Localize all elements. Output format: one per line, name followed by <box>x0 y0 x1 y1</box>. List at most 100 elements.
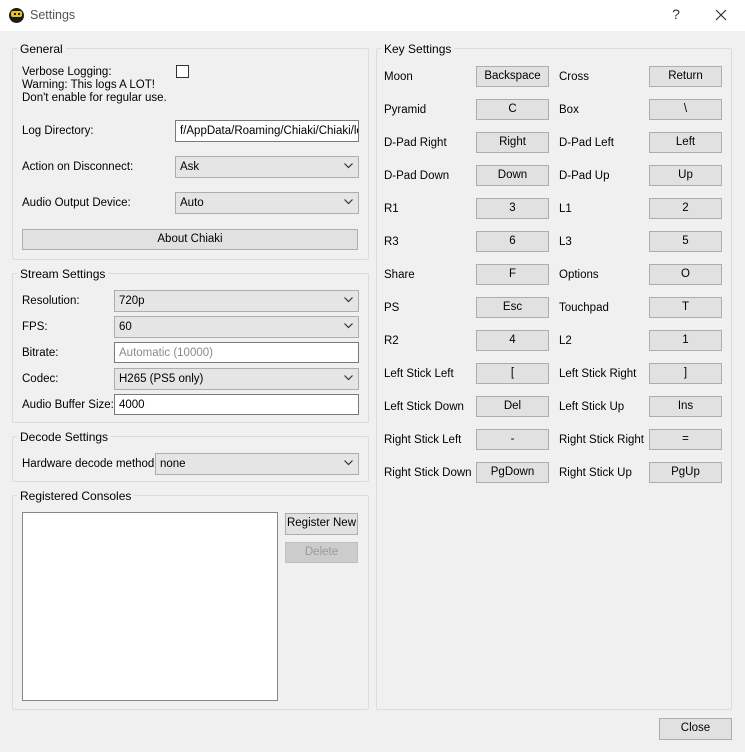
key-settings-title: Key Settings <box>381 42 455 56</box>
decode-settings-title: Decode Settings <box>17 430 112 444</box>
chevron-down-icon <box>344 199 353 205</box>
codec-value: H265 (PS5 only) <box>119 373 204 385</box>
key-binding-button-right[interactable]: 2 <box>649 198 722 219</box>
key-label-left: D-Pad Right <box>384 137 447 149</box>
audio-buffer-size-label: Audio Buffer Size: <box>22 399 114 411</box>
bitrate-label: Bitrate: <box>22 347 59 359</box>
codec-label: Codec: <box>22 373 59 385</box>
log-directory-field[interactable]: f/AppData/Roaming/Chiaki/Chiaki/log <box>175 120 359 142</box>
key-binding-button-right[interactable]: Up <box>649 165 722 186</box>
action-on-disconnect-select[interactable]: Ask <box>175 156 359 178</box>
key-binding-button-right[interactable]: 5 <box>649 231 722 252</box>
key-binding-button-left[interactable]: Down <box>476 165 549 186</box>
key-binding-button-right[interactable]: Return <box>649 66 722 87</box>
title-bar: Settings ? <box>0 0 745 31</box>
key-binding-button-right[interactable]: \ <box>649 99 722 120</box>
key-label-right: L2 <box>559 335 572 347</box>
key-binding-button-left[interactable]: F <box>476 264 549 285</box>
key-label-right: Box <box>559 104 579 116</box>
key-binding-button-right[interactable]: Ins <box>649 396 722 417</box>
key-label-left: PS <box>384 302 400 314</box>
key-label-left: Moon <box>384 71 413 83</box>
key-binding-button-right[interactable]: ] <box>649 363 722 384</box>
registered-consoles-list[interactable] <box>22 512 278 701</box>
key-binding-button-left[interactable]: Del <box>476 396 549 417</box>
fps-value: 60 <box>119 321 132 333</box>
key-label-left: Right Stick Left <box>384 434 462 446</box>
key-binding-button-left[interactable]: Esc <box>476 297 549 318</box>
chevron-down-icon <box>344 460 353 466</box>
key-label-left: Left Stick Left <box>384 368 454 380</box>
key-binding-button-right[interactable]: T <box>649 297 722 318</box>
key-label-left: Left Stick Down <box>384 401 464 413</box>
stream-settings-title: Stream Settings <box>17 267 109 281</box>
key-binding-button-left[interactable]: Backspace <box>476 66 549 87</box>
hardware-decode-select[interactable]: none <box>155 453 359 475</box>
key-binding-button-left[interactable]: 4 <box>476 330 549 351</box>
key-binding-button-left[interactable]: C <box>476 99 549 120</box>
close-icon <box>715 9 727 21</box>
action-on-disconnect-label: Action on Disconnect: <box>22 161 134 173</box>
key-binding-button-right[interactable]: 1 <box>649 330 722 351</box>
general-group-title: General <box>17 42 66 56</box>
key-label-left: R2 <box>384 335 399 347</box>
key-label-right: Right Stick Up <box>559 467 632 479</box>
resolution-value: 720p <box>119 295 145 307</box>
close-button[interactable]: Close <box>659 718 732 740</box>
verbose-logging-checkbox[interactable] <box>176 65 189 78</box>
chevron-down-icon <box>344 297 353 303</box>
key-binding-button-right[interactable]: Left <box>649 132 722 153</box>
codec-select[interactable]: H265 (PS5 only) <box>114 368 359 390</box>
key-binding-button-left[interactable]: 6 <box>476 231 549 252</box>
key-binding-button-left[interactable]: PgDown <box>476 462 549 483</box>
about-chiaki-button[interactable]: About Chiaki <box>22 229 358 250</box>
action-on-disconnect-value: Ask <box>180 161 200 173</box>
key-binding-button-right[interactable]: PgUp <box>649 462 722 483</box>
window-close-button[interactable] <box>711 5 731 25</box>
key-binding-button-right[interactable]: = <box>649 429 722 450</box>
audio-output-device-value: Auto <box>180 197 204 209</box>
key-label-right: Left Stick Right <box>559 368 637 380</box>
audio-output-device-label: Audio Output Device: <box>22 197 131 209</box>
key-binding-button-left[interactable]: Right <box>476 132 549 153</box>
key-label-left: D-Pad Down <box>384 170 450 182</box>
fps-select[interactable]: 60 <box>114 316 359 338</box>
key-label-left: R1 <box>384 203 399 215</box>
key-label-right: Touchpad <box>559 302 609 314</box>
key-binding-button-left[interactable]: - <box>476 429 549 450</box>
delete-console-button[interactable]: Delete <box>285 542 358 563</box>
bitrate-input[interactable]: Automatic (10000) <box>114 342 359 363</box>
help-button[interactable]: ? <box>668 6 684 24</box>
chevron-down-icon <box>344 323 353 329</box>
key-label-left: Share <box>384 269 415 281</box>
key-label-right: L1 <box>559 203 572 215</box>
key-label-left: R3 <box>384 236 399 248</box>
chevron-down-icon <box>344 163 353 169</box>
chiaki-app-icon <box>9 8 24 23</box>
hardware-decode-label: Hardware decode method: <box>22 458 158 470</box>
key-label-right: Options <box>559 269 599 281</box>
window-title: Settings <box>30 8 76 22</box>
resolution-label: Resolution: <box>22 295 80 307</box>
fps-label: FPS: <box>22 321 48 333</box>
key-label-right: Left Stick Up <box>559 401 625 413</box>
verbose-logging-label: Verbose Logging: <box>22 66 112 78</box>
register-new-button[interactable]: Register New <box>285 513 358 535</box>
chevron-down-icon <box>344 375 353 381</box>
registered-consoles-title: Registered Consoles <box>17 489 135 503</box>
key-label-right: Cross <box>559 71 590 83</box>
key-label-right: D-Pad Up <box>559 170 610 182</box>
key-binding-button-left[interactable]: [ <box>476 363 549 384</box>
audio-buffer-size-input[interactable]: 4000 <box>114 394 359 415</box>
verbose-warning-line-1: Warning: This logs A LOT! <box>22 79 155 91</box>
verbose-warning-line-2: Don't enable for regular use. <box>22 92 167 104</box>
key-label-right: Right Stick Right <box>559 434 645 446</box>
audio-output-device-select[interactable]: Auto <box>175 192 359 214</box>
key-label-left: Pyramid <box>384 104 427 116</box>
key-binding-button-right[interactable]: O <box>649 264 722 285</box>
key-binding-button-left[interactable]: 3 <box>476 198 549 219</box>
resolution-select[interactable]: 720p <box>114 290 359 312</box>
key-label-right: D-Pad Left <box>559 137 614 149</box>
key-label-right: L3 <box>559 236 572 248</box>
hardware-decode-value: none <box>160 458 186 470</box>
